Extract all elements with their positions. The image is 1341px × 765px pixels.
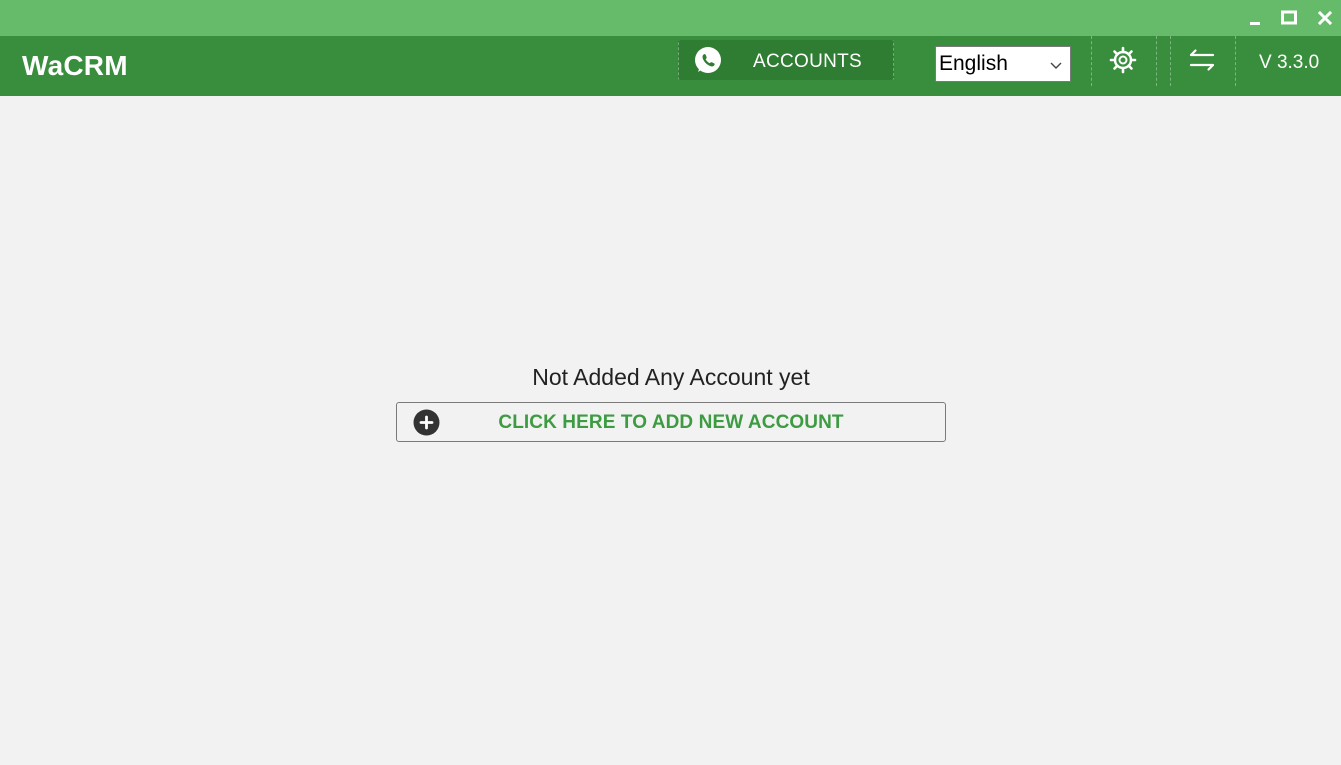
close-button[interactable] [1311, 5, 1339, 31]
maximize-icon [1281, 10, 1297, 25]
gear-icon [1109, 46, 1137, 74]
maximize-button[interactable] [1275, 5, 1303, 31]
chevron-down-icon [1050, 62, 1062, 69]
app-title: WaCRM [22, 50, 128, 81]
window-titlebar [0, 0, 1341, 36]
whatsapp-icon [695, 47, 721, 73]
close-icon [1317, 10, 1333, 26]
empty-state-message: Not Added Any Account yet [532, 364, 810, 390]
settings-button[interactable] [1091, 36, 1157, 86]
language-select-value: English [939, 52, 1008, 75]
accounts-label: ACCOUNTS [753, 51, 863, 72]
sync-button[interactable] [1170, 36, 1236, 86]
minimize-button[interactable] [1241, 5, 1269, 31]
add-account-label: CLICK HERE TO ADD NEW ACCOUNT [498, 412, 844, 433]
language-select[interactable]: English [935, 46, 1071, 82]
add-account-button[interactable]: CLICK HERE TO ADD NEW ACCOUNT [396, 402, 946, 442]
minimize-icon [1250, 22, 1260, 25]
app-header: WaCRM ACCOUNTS English V 3.3.0 [0, 36, 1341, 96]
accounts-button[interactable]: ACCOUNTS [678, 40, 894, 80]
swap-arrows-icon [1189, 49, 1215, 71]
version-label: V 3.3.0 [1259, 52, 1320, 73]
